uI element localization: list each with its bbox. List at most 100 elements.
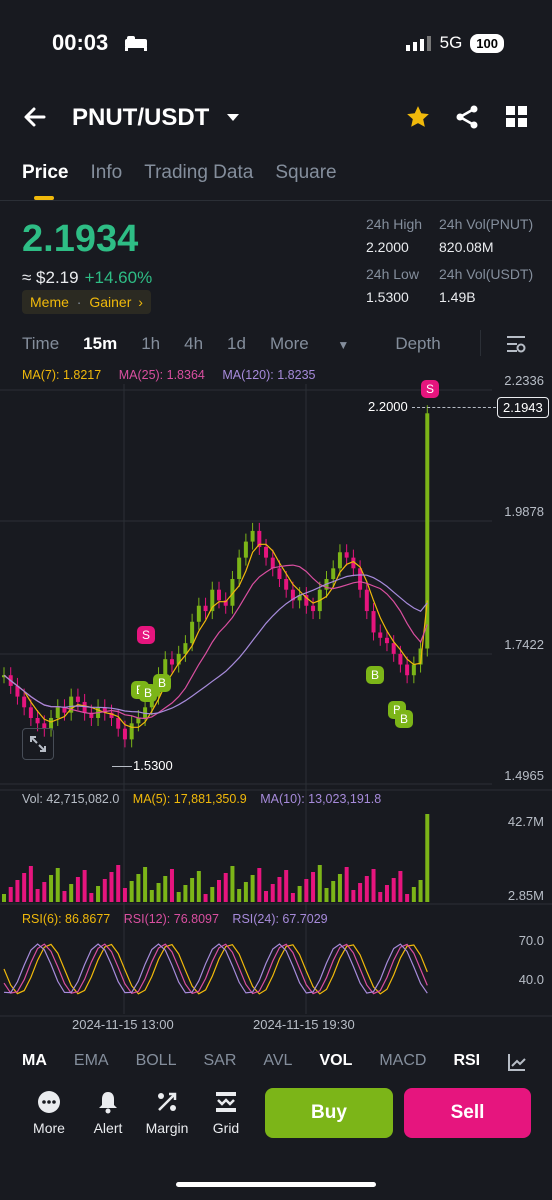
candle-body [122, 728, 127, 740]
tf-time[interactable]: Time [22, 334, 59, 354]
vol-usdt-value: 1.49B [439, 289, 476, 305]
volume-bar [223, 873, 228, 902]
low-mark-line [112, 766, 132, 767]
buy-button[interactable]: Buy [265, 1088, 393, 1138]
alert-action[interactable]: Alert [80, 1088, 136, 1136]
sleep-icon [124, 34, 148, 57]
ind-boll[interactable]: BOLL [136, 1052, 177, 1070]
current-price-tag: 2.1943 [497, 397, 549, 418]
grid-bot-icon [198, 1088, 254, 1116]
margin-label: Margin [145, 1120, 189, 1136]
current-price-line [412, 407, 496, 408]
bell-icon [80, 1088, 136, 1116]
last-price: 2.1934 [22, 218, 139, 260]
candle-body [344, 552, 349, 558]
candle-body [116, 717, 121, 729]
volume-bar [169, 869, 174, 902]
sell-button[interactable]: Sell [404, 1088, 531, 1138]
indicator-settings-icon[interactable] [507, 1052, 527, 1077]
tab-square[interactable]: Square [275, 162, 336, 184]
rsi6-line [3, 943, 428, 995]
volume-bar [378, 892, 383, 902]
share-icon[interactable] [454, 104, 480, 135]
ma25-line [3, 564, 428, 720]
tf-1d[interactable]: 1d [227, 334, 246, 354]
margin-action[interactable]: Margin [139, 1088, 195, 1136]
rsi6-label: RSI(6): 86.8677 [22, 912, 111, 926]
candle-body [35, 717, 40, 724]
volume-bar [371, 869, 376, 902]
volume-bar [109, 872, 114, 902]
grid-action[interactable]: Grid [198, 1088, 254, 1136]
volume-bar [2, 894, 6, 902]
tf-1h[interactable]: 1h [141, 334, 160, 354]
ind-vol[interactable]: VOL [319, 1052, 352, 1070]
tab-price[interactable]: Price [22, 162, 68, 200]
tab-info[interactable]: Info [90, 162, 122, 184]
tf-4h[interactable]: 4h [184, 334, 203, 354]
candle-body [163, 659, 168, 676]
ind-ma[interactable]: MA [22, 1052, 47, 1070]
pair-title[interactable]: PNUT/USDT [72, 104, 209, 132]
tf-depth[interactable]: Depth [395, 334, 440, 354]
volume-bar [257, 868, 262, 902]
more-label: More [33, 1120, 65, 1136]
volume-bar [277, 877, 282, 902]
ind-ema[interactable]: EMA [74, 1052, 109, 1070]
tags[interactable]: Meme · Gainer › [22, 290, 151, 314]
candle-body [378, 632, 383, 638]
candle-body [264, 546, 269, 558]
candle-body [196, 605, 201, 622]
candle-body [237, 557, 242, 580]
tf-more-label: More [269, 334, 309, 353]
volume-bar [270, 884, 275, 902]
ma-legend: MA(7): 1.8217 MA(25): 1.8364 MA(120): 1.… [22, 368, 315, 382]
rsi-axis-bottom: 40.0 [518, 972, 544, 987]
volume-bar [156, 883, 161, 902]
pair-dropdown-icon[interactable] [226, 110, 240, 128]
favorite-star-icon[interactable] [405, 104, 431, 135]
volume-bar [163, 876, 168, 902]
volume-bar [324, 888, 329, 902]
volume-bar [237, 889, 242, 902]
fullscreen-button[interactable] [22, 728, 54, 760]
volume-bar [284, 870, 289, 902]
volume-bar [243, 882, 248, 902]
tab-trading-data[interactable]: Trading Data [144, 162, 253, 184]
sell-signal-badge: S [421, 380, 439, 398]
vol-usdt-label: 24h Vol(USDT) [439, 266, 534, 282]
grid-label: Grid [212, 1120, 240, 1136]
kline-chart[interactable] [0, 384, 552, 1024]
alert-label: Alert [93, 1120, 123, 1136]
tag-gainer[interactable]: Gainer [89, 294, 131, 310]
grid-layout-icon[interactable] [506, 106, 528, 133]
more-action[interactable]: More [21, 1088, 77, 1136]
buy-signal-badge: B [366, 666, 384, 684]
volume-bar [250, 875, 255, 902]
volume-bar [62, 891, 67, 902]
candle-body [371, 611, 376, 633]
tf-15m[interactable]: 15m [83, 334, 117, 354]
caret-down-icon: ▼ [337, 338, 350, 352]
ind-macd[interactable]: MACD [379, 1052, 426, 1070]
tag-meme[interactable]: Meme [30, 294, 69, 310]
volume-bar [49, 875, 54, 902]
back-button[interactable] [22, 104, 48, 135]
ind-sar[interactable]: SAR [203, 1052, 236, 1070]
signal-icon [405, 36, 431, 51]
price-usd: ≈ $2.19 [22, 268, 79, 287]
volume-bar [190, 878, 195, 902]
low-label: 24h Low [366, 266, 419, 282]
ind-avl[interactable]: AVL [263, 1052, 292, 1070]
candle-body [277, 568, 282, 580]
volume-bar [351, 890, 356, 902]
ind-rsi[interactable]: RSI [453, 1052, 480, 1070]
tf-more[interactable]: More ▼ [270, 334, 373, 354]
chart-settings-icon[interactable] [506, 334, 526, 359]
vol-axis-top: 42.7M [507, 814, 544, 829]
date-label-2: 2024-11-15 19:30 [253, 1017, 355, 1032]
ma7-line [3, 543, 428, 728]
candle-body [82, 701, 87, 713]
volume-bar [35, 889, 40, 902]
volume-bar [102, 879, 107, 902]
